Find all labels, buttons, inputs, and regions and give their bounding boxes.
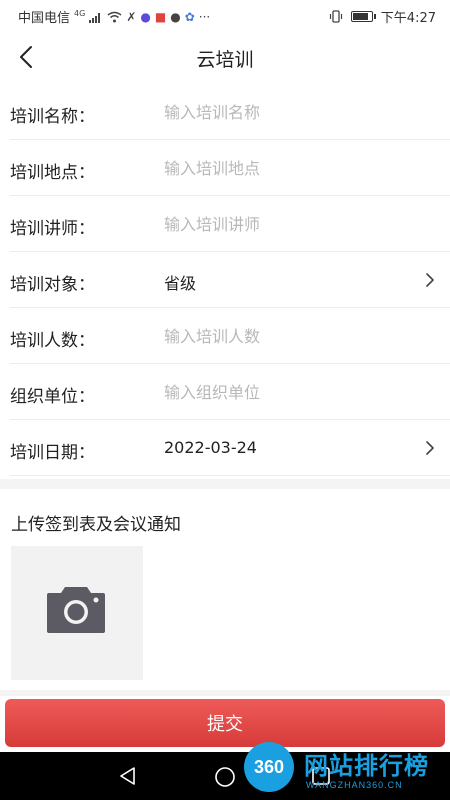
message-icon: ●: [170, 9, 181, 24]
missed-call-icon: ✗: [126, 9, 137, 24]
training-location-label: 培训地点：: [10, 163, 95, 183]
battery-fill: [352, 13, 369, 20]
upload-photo-button[interactable]: [11, 546, 143, 680]
wifi-icon: [107, 11, 122, 22]
watermark-text: 网站排行榜: [304, 752, 429, 780]
status-left: 中国电信 4G ✗ ● ■ ● ✿ ···: [18, 7, 211, 27]
status-right: 下午4:27: [329, 7, 436, 26]
signal-icon: [89, 12, 101, 23]
status-time: 下午4:27: [380, 11, 436, 26]
training-date-label: 培训日期：: [10, 443, 95, 463]
app-notification-icon: ■: [154, 9, 167, 24]
camera-icon: [47, 587, 105, 633]
upload-section-title: 上传签到表及会议通知: [11, 515, 181, 535]
carrier-label: 中国电信: [18, 11, 71, 26]
organizer-input[interactable]: [160, 378, 408, 406]
watermark-subtext: WANGZHAN360.CN: [306, 780, 403, 790]
form-row-lecturer: 培训讲师：: [0, 196, 450, 252]
more-notifications-icon: ···: [198, 9, 211, 24]
form-row-date[interactable]: 培训日期： 2022-03-24: [0, 420, 450, 476]
training-date-value: 2022-03-24: [164, 438, 257, 457]
nav-bar: 云培训: [0, 30, 450, 84]
training-lecturer-label: 培训讲师：: [10, 219, 95, 239]
network-type-label: 4G: [74, 8, 86, 18]
vibrate-icon: [329, 10, 342, 23]
bottom-divider: [0, 690, 450, 696]
battery-icon: [350, 11, 376, 22]
form-row-location: 培训地点：: [0, 140, 450, 196]
organizer-label: 组织单位：: [10, 387, 95, 407]
training-count-input[interactable]: [160, 322, 408, 350]
app-notification-icon: ✿: [184, 9, 195, 24]
form-row-organizer: 组织单位：: [0, 364, 450, 420]
training-lecturer-input[interactable]: [160, 210, 408, 238]
form-row-count: 培训人数：: [0, 308, 450, 364]
training-audience-value: 省级: [164, 274, 197, 293]
form-row-name: 培训名称：: [0, 84, 450, 140]
nav-back-icon[interactable]: [118, 766, 138, 786]
training-name-input[interactable]: [160, 98, 408, 126]
training-name-label: 培训名称：: [10, 107, 95, 127]
training-audience-label: 培训对象：: [10, 275, 95, 295]
page-title: 云培训: [196, 49, 254, 71]
app-notification-icon: ●: [140, 9, 151, 24]
nav-home-icon[interactable]: [214, 766, 236, 788]
training-form: 培训名称： 培训地点： 培训讲师： 培训对象： 省级 培训人数： 组织单位： 培…: [0, 84, 450, 476]
form-row-audience[interactable]: 培训对象： 省级: [0, 252, 450, 308]
watermark-logo: 360 网站排行榜 WANGZHAN360.CN: [244, 740, 450, 798]
training-count-label: 培训人数：: [10, 331, 95, 351]
status-bar: 中国电信 4G ✗ ● ■ ● ✿ ··· 下午4:27: [0, 0, 450, 30]
section-divider: [0, 479, 450, 489]
chevron-right-icon: [426, 273, 434, 287]
training-location-input[interactable]: [160, 154, 408, 182]
watermark-badge: 360: [244, 742, 294, 792]
chevron-right-icon: [426, 441, 434, 455]
